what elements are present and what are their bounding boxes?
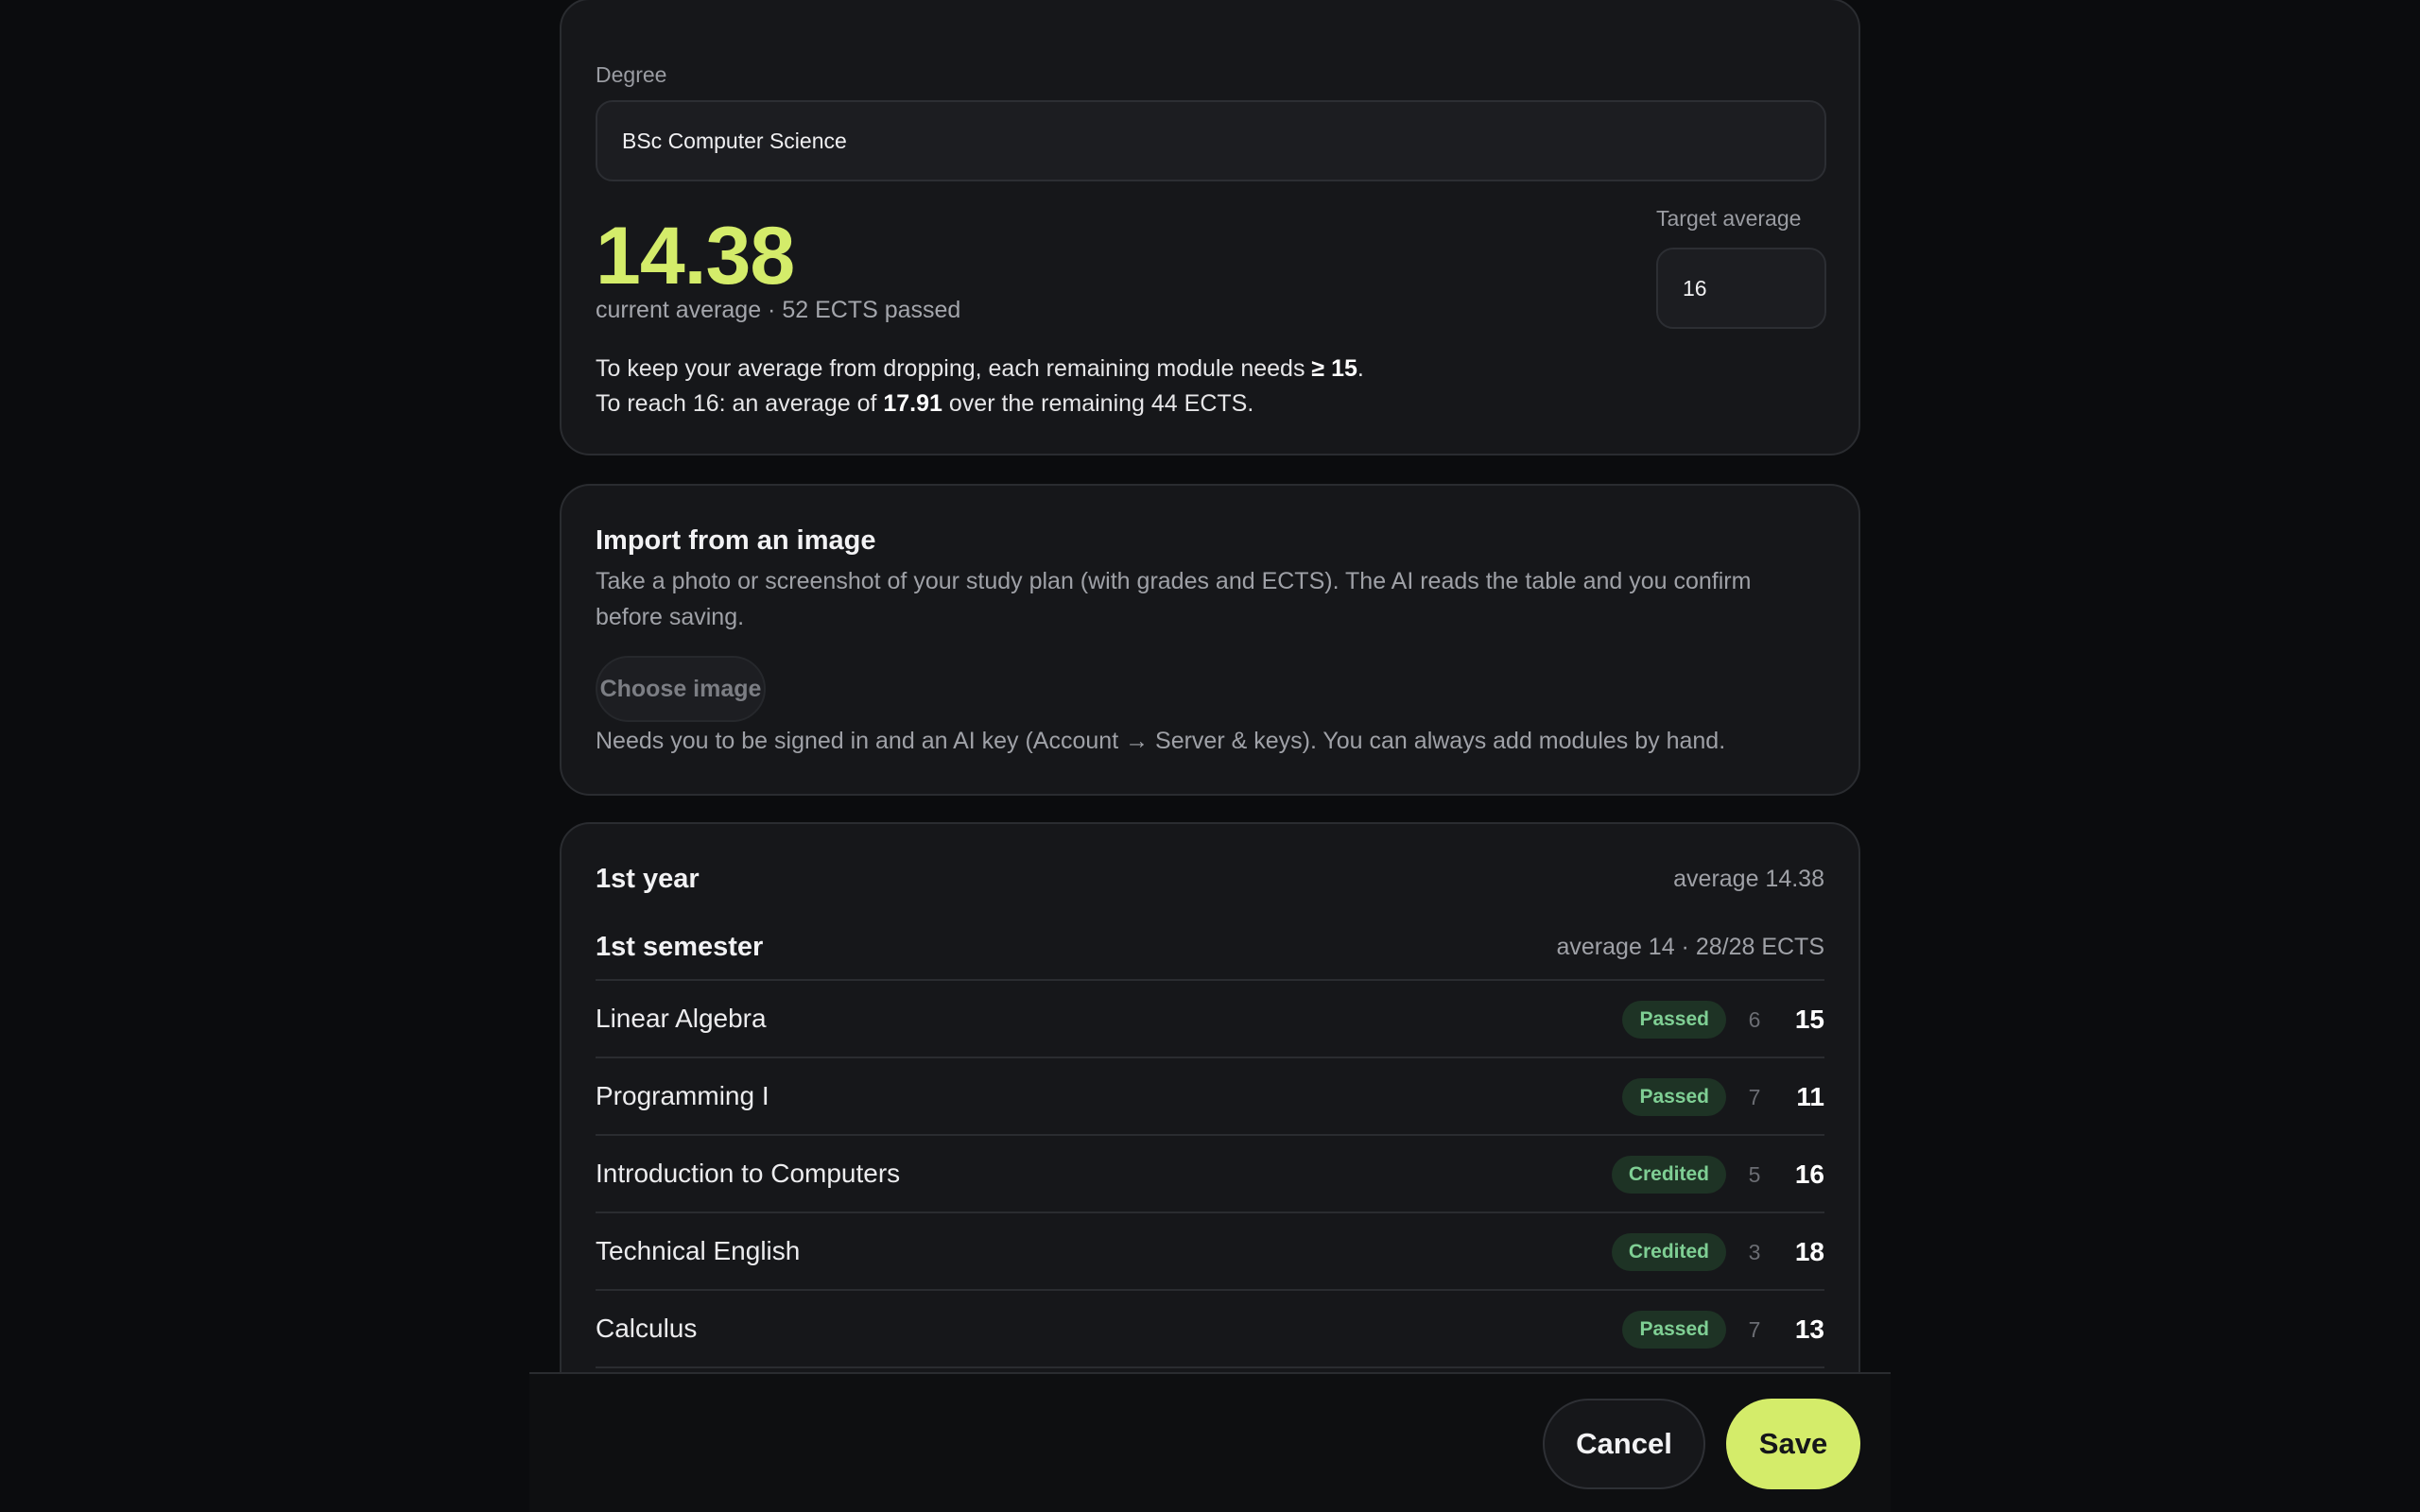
import-card: Import from an image Take a photo or scr… <box>560 484 1860 796</box>
status-badge: Passed <box>1622 1078 1726 1116</box>
module-grade: 11 <box>1796 1082 1824 1111</box>
current-average: 14.38 <box>596 211 795 301</box>
module-ects: 7 <box>1748 1084 1761 1109</box>
semester-title: 1st semester <box>596 932 764 962</box>
status-badge: Passed <box>1622 1311 1726 1349</box>
year-average: average 14.38 <box>1673 866 1824 892</box>
semester-summary: average 14 · 28/28 ECTS <box>1556 934 1825 960</box>
import-description: Take a photo or screenshot of your study… <box>596 568 1752 630</box>
module-row[interactable]: Programming I Passed 7 11 <box>596 1058 1824 1136</box>
module-name: Calculus <box>596 1314 698 1343</box>
module-row[interactable]: Calculus Passed 7 13 <box>596 1291 1824 1368</box>
module-ects: 6 <box>1748 1006 1761 1032</box>
page: Degree BSc Computer Science 14.38 curren… <box>0 0 2420 1512</box>
target-average-input[interactable]: 16 <box>1656 248 1826 329</box>
module-ects: 5 <box>1748 1161 1761 1187</box>
module-list: Linear Algebra Passed 6 15 Programming I… <box>596 981 1824 1368</box>
degree-label: Degree <box>596 62 667 87</box>
status-badge: Passed <box>1622 1001 1726 1039</box>
module-grade: 15 <box>1794 1005 1824 1034</box>
degree-card: Degree BSc Computer Science 14.38 curren… <box>560 0 1860 455</box>
need-line-keep: To keep your average from dropping, each… <box>596 355 1364 382</box>
status-badge: Credited <box>1611 1156 1726 1194</box>
module-name: Linear Algebra <box>596 1004 767 1033</box>
target-average-label: Target average <box>1656 206 1802 231</box>
module-grade: 13 <box>1794 1314 1824 1344</box>
save-button[interactable]: Save <box>1726 1399 1860 1489</box>
module-name: Programming I <box>596 1081 769 1110</box>
module-ects: 3 <box>1748 1239 1761 1264</box>
module-ects: 7 <box>1748 1316 1761 1342</box>
status-badge: Credited <box>1611 1233 1726 1271</box>
year-title: 1st year <box>596 864 700 894</box>
module-row[interactable]: Linear Algebra Passed 6 15 <box>596 981 1824 1058</box>
import-note: Needs you to be signed in and an AI key … <box>596 728 1726 754</box>
degree-input[interactable]: BSc Computer Science <box>596 100 1826 181</box>
module-grade: 18 <box>1794 1237 1824 1266</box>
import-title: Import from an image <box>596 525 876 556</box>
module-name: Introduction to Computers <box>596 1159 901 1188</box>
module-name: Technical English <box>596 1236 801 1265</box>
module-row[interactable]: Introduction to Computers Credited 5 16 <box>596 1136 1824 1213</box>
choose-image-button[interactable]: Choose image <box>596 656 766 722</box>
module-grade: 16 <box>1794 1160 1824 1189</box>
module-row[interactable]: Technical English Credited 3 18 <box>596 1213 1824 1291</box>
cancel-button[interactable]: Cancel <box>1543 1399 1705 1489</box>
average-subtitle: current average · 52 ECTS passed <box>596 297 961 323</box>
need-line-reach: To reach 16: an average of 17.91 over th… <box>596 390 1254 417</box>
